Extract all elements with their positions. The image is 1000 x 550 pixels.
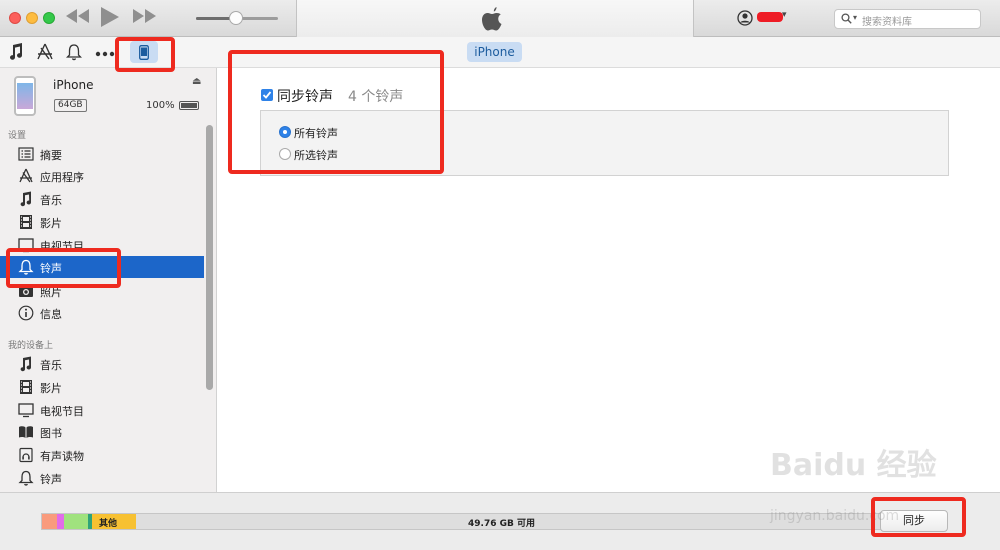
storage-bar[interactable]: 其他 49.76 GB 可用	[41, 513, 896, 530]
sidebar-item-label: 影片	[40, 217, 62, 230]
fast-forward-icon[interactable]	[133, 7, 157, 29]
sidebar-item-summary[interactable]: 摘要	[0, 143, 204, 165]
music-icon	[18, 356, 34, 372]
rewind-icon[interactable]	[66, 7, 90, 29]
sidebar-item-device-movies[interactable]: 影片	[0, 376, 204, 398]
sidebar-item-label: 应用程序	[40, 171, 84, 184]
sidebar-item-label: 信息	[40, 308, 62, 321]
info-icon	[18, 305, 34, 321]
sidebar-item-label: 铃声	[40, 473, 62, 486]
play-icon[interactable]	[101, 7, 119, 33]
search-placeholder[interactable]: 搜索资料库	[862, 13, 912, 28]
sidebar-item-label: 音乐	[40, 359, 62, 372]
highlight-sync-button	[871, 497, 966, 537]
sidebar-item-label: 音乐	[40, 194, 62, 207]
search-field[interactable]: ▾ 搜索资料库	[834, 9, 981, 29]
on-device-section-header: 我的设备上	[8, 341, 54, 351]
storage-segment-audio	[42, 514, 57, 529]
bell-icon[interactable]	[65, 43, 83, 64]
audiobook-icon	[18, 447, 34, 463]
app-store-icon[interactable]	[36, 43, 54, 64]
tv-icon	[18, 402, 34, 418]
eject-icon[interactable]: ⏏	[192, 76, 201, 87]
sidebar-item-device-music[interactable]: 音乐	[0, 353, 204, 375]
sidebar-item-music[interactable]: 音乐	[0, 188, 204, 210]
film-icon	[18, 379, 34, 395]
close-window-button[interactable]	[9, 12, 21, 24]
maximize-window-button[interactable]	[43, 12, 55, 24]
sidebar-item-label: 电视节目	[40, 405, 84, 418]
account-name-redacted[interactable]	[757, 12, 783, 22]
sidebar-item-label: 图书	[40, 427, 62, 440]
capacity-badge: 64GB	[54, 99, 87, 112]
sidebar-item-device-books[interactable]: 图书	[0, 421, 204, 443]
storage-segment-photos	[64, 514, 88, 529]
battery-level: 100%	[146, 100, 175, 111]
account-icon[interactable]	[737, 10, 753, 29]
sidebar-item-label: 影片	[40, 382, 62, 395]
storage-segment-video	[57, 514, 64, 529]
highlight-sync-options	[228, 50, 444, 174]
book-icon	[18, 424, 34, 440]
bell-icon	[18, 470, 34, 486]
sidebar-item-device-tv[interactable]: 电视节目	[0, 399, 204, 421]
music-icon	[18, 191, 34, 207]
film-icon	[18, 214, 34, 230]
sidebar-item-label: 有声读物	[40, 450, 84, 463]
apple-logo-icon	[480, 6, 504, 35]
volume-knob[interactable]	[229, 11, 243, 25]
search-options-chevron-icon[interactable]: ▾	[853, 13, 857, 22]
chevron-down-icon[interactable]: ▾	[782, 10, 787, 20]
highlight-tones-item	[6, 248, 121, 288]
device-image	[14, 76, 36, 116]
sidebar-item-label: 摘要	[40, 149, 62, 162]
music-icon[interactable]	[8, 43, 24, 64]
device-name: iPhone	[53, 78, 94, 92]
status-display	[296, 0, 694, 37]
battery-icon	[179, 101, 199, 110]
minimize-window-button[interactable]	[26, 12, 38, 24]
highlight-device-button	[115, 37, 175, 72]
sidebar-item-info[interactable]: 信息	[0, 302, 204, 324]
title-bar: ▾ ▾ 搜索资料库	[0, 0, 1000, 37]
storage-free-label: 49.76 GB 可用	[468, 519, 535, 529]
sidebar-item-apps[interactable]: 应用程序	[0, 165, 204, 187]
sidebar-item-device-audiobooks[interactable]: 有声读物	[0, 444, 204, 466]
sidebar-item-device-tones[interactable]: 铃声	[0, 467, 204, 489]
more-icon[interactable]	[95, 46, 115, 60]
summary-icon	[18, 146, 34, 162]
sidebar-scroll-thumb[interactable]	[206, 125, 213, 390]
sidebar-item-movies[interactable]: 影片	[0, 211, 204, 233]
apps-icon	[18, 168, 34, 184]
baidu-watermark: Baidu 经验	[770, 448, 937, 483]
search-icon	[841, 13, 852, 27]
device-summary[interactable]: iPhone ⏏ 64GB 100%	[0, 68, 216, 123]
settings-section-header: 设置	[8, 131, 27, 141]
storage-other-label: 其他	[99, 519, 118, 529]
device-tab[interactable]: iPhone	[467, 42, 522, 62]
